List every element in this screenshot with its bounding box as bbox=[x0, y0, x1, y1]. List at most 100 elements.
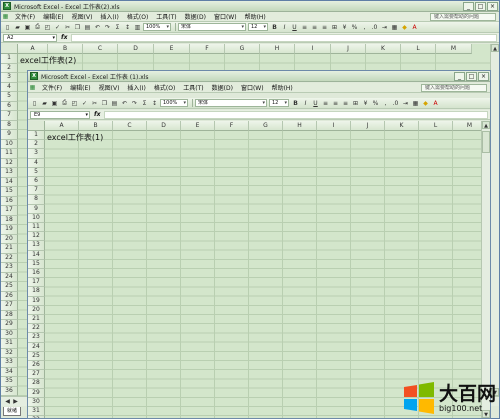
column-header-e[interactable]: E bbox=[154, 44, 190, 54]
excel-doc-icon[interactable]: ▦ bbox=[28, 83, 37, 92]
row-header-23[interactable]: 23 bbox=[1, 263, 18, 273]
column-header-b[interactable]: B bbox=[48, 44, 83, 54]
row-header-6[interactable]: 6 bbox=[1, 101, 18, 111]
indent-icon[interactable]: ⇥ bbox=[401, 99, 410, 108]
row-header-12[interactable]: 12 bbox=[28, 232, 45, 242]
fx-icon[interactable]: fx bbox=[94, 111, 100, 118]
row-header-10[interactable]: 10 bbox=[28, 213, 45, 223]
front-cells-area[interactable] bbox=[45, 131, 481, 418]
row-header-15[interactable]: 15 bbox=[28, 259, 45, 269]
paste-icon[interactable]: ▤ bbox=[110, 99, 119, 108]
column-header-d[interactable]: D bbox=[118, 44, 154, 54]
column-header-e[interactable]: E bbox=[181, 121, 215, 131]
column-header-k[interactable]: K bbox=[366, 44, 401, 54]
underline-icon[interactable]: U bbox=[311, 99, 320, 108]
row-header-3[interactable]: 3 bbox=[28, 149, 45, 159]
row-header-9[interactable]: 9 bbox=[1, 130, 18, 140]
font-size-select[interactable]: 12 bbox=[269, 99, 289, 107]
row-header-25[interactable]: 25 bbox=[28, 351, 45, 361]
front-formula-input[interactable] bbox=[104, 110, 488, 119]
select-all-corner[interactable] bbox=[28, 121, 45, 131]
front-name-box[interactable]: E9 bbox=[30, 110, 90, 119]
menu-data[interactable]: 数据(D) bbox=[181, 12, 210, 21]
percent-icon[interactable]: % bbox=[350, 23, 359, 32]
menu-tools[interactable]: 工具(T) bbox=[179, 83, 207, 92]
row-header-35[interactable]: 35 bbox=[1, 377, 18, 387]
paste-icon[interactable]: ▤ bbox=[83, 23, 92, 32]
row-header-16[interactable]: 16 bbox=[1, 196, 18, 206]
menu-insert[interactable]: 插入(I) bbox=[96, 12, 122, 21]
scroll-thumb[interactable] bbox=[482, 131, 490, 153]
new-icon[interactable]: ▯ bbox=[3, 23, 12, 32]
row-header-7[interactable]: 7 bbox=[28, 186, 45, 196]
row-header-27[interactable]: 27 bbox=[1, 301, 18, 311]
underline-icon[interactable]: U bbox=[290, 23, 299, 32]
row-header-29[interactable]: 29 bbox=[28, 388, 45, 398]
row-header-33[interactable]: 33 bbox=[1, 358, 18, 368]
back-formula-input[interactable] bbox=[71, 33, 497, 42]
row-header-20[interactable]: 20 bbox=[28, 305, 45, 315]
menu-view[interactable]: 视图(V) bbox=[68, 12, 97, 21]
back-title-bar[interactable]: X Microsoft Excel - Excel 工作表(2).xls _ □… bbox=[1, 1, 499, 12]
copy-icon[interactable]: ❐ bbox=[73, 23, 82, 32]
row-header-31[interactable]: 31 bbox=[1, 339, 18, 349]
preview-icon[interactable]: ◰ bbox=[43, 23, 52, 32]
front-vertical-scrollbar[interactable]: ▲ ▼ bbox=[481, 121, 490, 418]
chart-icon[interactable]: ▥ bbox=[133, 23, 142, 32]
font-color-icon[interactable]: A bbox=[410, 23, 419, 32]
column-header-a[interactable]: A bbox=[18, 44, 48, 54]
zoom-select[interactable]: 100% bbox=[160, 99, 188, 107]
menu-window[interactable]: 窗口(W) bbox=[210, 12, 241, 21]
decimal-icon[interactable]: .0 bbox=[370, 23, 379, 32]
row-header-26[interactable]: 26 bbox=[1, 291, 18, 301]
column-header-b[interactable]: B bbox=[79, 121, 113, 131]
sort-icon[interactable]: ↕ bbox=[123, 23, 132, 32]
row-header-32[interactable]: 32 bbox=[1, 348, 18, 358]
column-header-l[interactable]: L bbox=[401, 44, 436, 54]
row-header-22[interactable]: 22 bbox=[28, 324, 45, 334]
row-header-17[interactable]: 17 bbox=[28, 278, 45, 288]
align-left-icon[interactable]: ≡ bbox=[300, 23, 309, 32]
row-header-24[interactable]: 24 bbox=[1, 272, 18, 282]
column-header-i[interactable]: I bbox=[317, 121, 351, 131]
merge-icon[interactable]: ⊞ bbox=[351, 99, 360, 108]
save-icon[interactable]: ▣ bbox=[23, 23, 32, 32]
menu-insert[interactable]: 插入(I) bbox=[123, 83, 149, 92]
save-icon[interactable]: ▣ bbox=[50, 99, 59, 108]
menu-tools[interactable]: 工具(T) bbox=[152, 12, 180, 21]
sort-icon[interactable]: ↕ bbox=[150, 99, 159, 108]
row-header-21[interactable]: 21 bbox=[28, 315, 45, 325]
italic-icon[interactable]: I bbox=[280, 23, 289, 32]
row-header-5[interactable]: 5 bbox=[28, 167, 45, 177]
undo-icon[interactable]: ↶ bbox=[120, 99, 129, 108]
print-icon[interactable]: ⎙ bbox=[60, 99, 69, 108]
row-header-9[interactable]: 9 bbox=[28, 204, 45, 214]
menu-data[interactable]: 数据(D) bbox=[208, 83, 237, 92]
open-icon[interactable]: ▰ bbox=[40, 99, 49, 108]
bold-icon[interactable]: B bbox=[270, 23, 279, 32]
row-header-22[interactable]: 22 bbox=[1, 253, 18, 263]
row-header-19[interactable]: 19 bbox=[28, 296, 45, 306]
row-header-2[interactable]: 2 bbox=[28, 140, 45, 150]
row-header-5[interactable]: 5 bbox=[1, 92, 18, 102]
preview-icon[interactable]: ◰ bbox=[70, 99, 79, 108]
row-header-2[interactable]: 2 bbox=[1, 63, 18, 73]
font-color-icon[interactable]: A bbox=[431, 99, 440, 108]
row-header-8[interactable]: 8 bbox=[1, 120, 18, 130]
column-header-d[interactable]: D bbox=[147, 121, 181, 131]
menu-view[interactable]: 视图(V) bbox=[95, 83, 124, 92]
row-header-20[interactable]: 20 bbox=[1, 234, 18, 244]
back-vertical-scrollbar[interactable]: ▲ ▼ bbox=[490, 44, 499, 396]
row-header-11[interactable]: 11 bbox=[28, 223, 45, 233]
row-header-8[interactable]: 8 bbox=[28, 195, 45, 205]
sum-icon[interactable]: Σ bbox=[140, 99, 149, 108]
row-header-19[interactable]: 19 bbox=[1, 225, 18, 235]
row-header-18[interactable]: 18 bbox=[1, 215, 18, 225]
row-header-28[interactable]: 28 bbox=[1, 310, 18, 320]
column-header-j[interactable]: J bbox=[351, 121, 385, 131]
column-header-f[interactable]: F bbox=[215, 121, 249, 131]
align-center-icon[interactable]: ≡ bbox=[331, 99, 340, 108]
menu-window[interactable]: 窗口(W) bbox=[237, 83, 268, 92]
row-header-13[interactable]: 13 bbox=[1, 168, 18, 178]
zoom-select[interactable]: 100% bbox=[143, 23, 171, 31]
